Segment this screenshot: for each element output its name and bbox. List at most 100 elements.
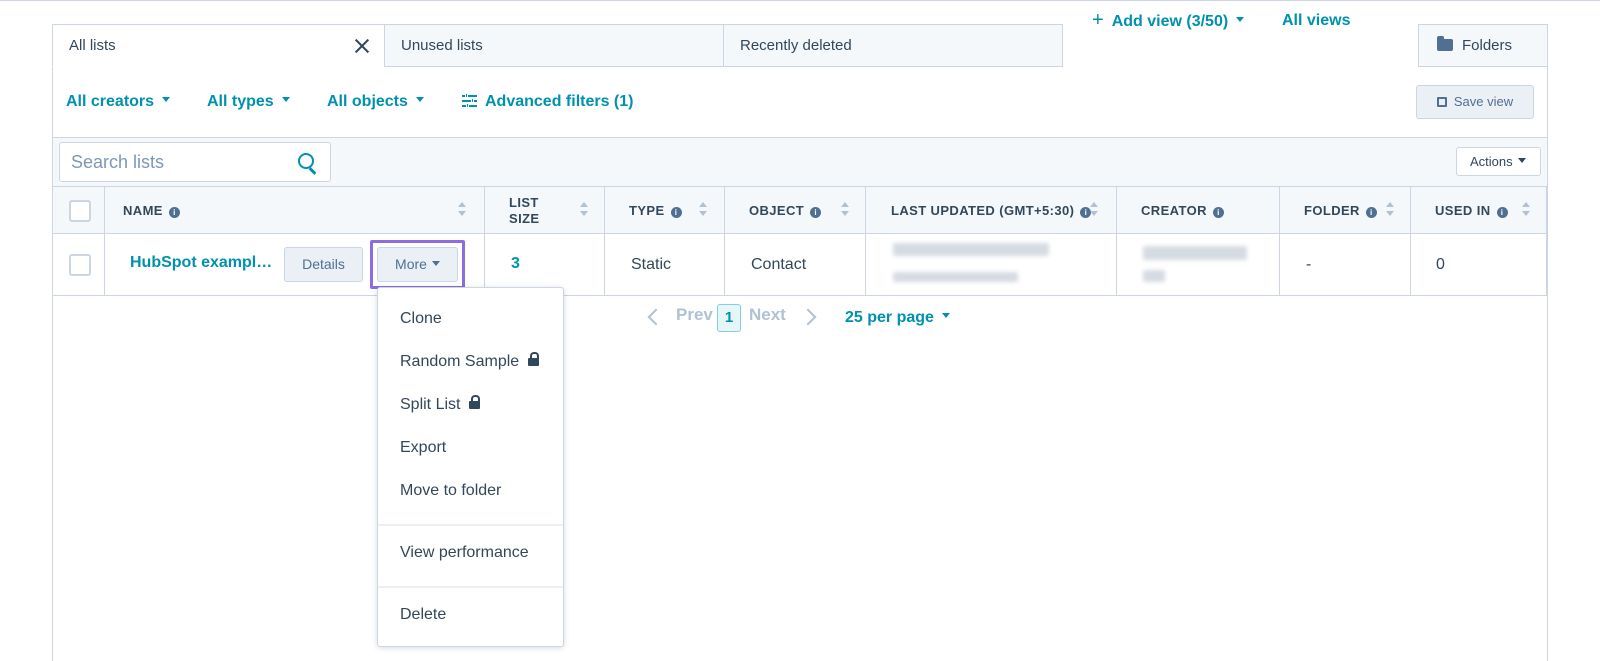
filter-all-objects[interactable]: All objects bbox=[327, 93, 424, 111]
view-tabs: All lists Unused lists Recently deleted bbox=[52, 24, 1548, 67]
column-divider bbox=[1410, 186, 1411, 296]
column-header-type[interactable]: TYPE i bbox=[629, 203, 682, 218]
caret-down-icon bbox=[162, 97, 171, 103]
caret-down-icon bbox=[1517, 158, 1526, 164]
list-size-link[interactable]: 3 bbox=[511, 255, 520, 273]
column-divider bbox=[724, 186, 725, 296]
column-divider bbox=[1279, 186, 1280, 296]
tab-label: Unused lists bbox=[401, 37, 483, 54]
search-icon[interactable] bbox=[298, 153, 314, 169]
redacted-last-updated bbox=[893, 272, 1018, 282]
info-icon: i bbox=[810, 207, 822, 218]
filter-label: All creators bbox=[66, 93, 155, 110]
menu-item-delete[interactable]: Delete bbox=[400, 606, 446, 624]
filter-label: All types bbox=[207, 93, 274, 110]
lists-panel bbox=[52, 24, 1548, 661]
caret-down-icon bbox=[1236, 17, 1245, 23]
sort-icon[interactable] bbox=[458, 202, 466, 218]
caret-down-icon bbox=[281, 97, 290, 103]
per-page-select[interactable]: 25 per page bbox=[845, 309, 950, 327]
info-icon: i bbox=[1365, 207, 1377, 218]
used-in-cell: 0 bbox=[1436, 256, 1445, 273]
close-icon[interactable] bbox=[354, 38, 370, 54]
sort-icon[interactable] bbox=[699, 202, 707, 218]
select-all-checkbox[interactable] bbox=[69, 200, 91, 222]
all-views-link[interactable]: All views bbox=[1282, 12, 1350, 30]
sort-icon[interactable] bbox=[841, 202, 849, 218]
menu-item-clone[interactable]: Clone bbox=[400, 310, 442, 328]
advanced-filters-button[interactable]: Advanced filters (1) bbox=[462, 93, 633, 111]
column-header-name[interactable]: NAME i bbox=[123, 203, 180, 218]
menu-item-export[interactable]: Export bbox=[400, 439, 446, 457]
filter-all-types[interactable]: All types bbox=[207, 93, 290, 111]
actions-label: Actions bbox=[1470, 154, 1513, 169]
per-page-label: 25 per page bbox=[845, 309, 934, 326]
caret-down-icon bbox=[941, 313, 950, 319]
lock-icon bbox=[469, 395, 481, 409]
sort-icon[interactable] bbox=[1386, 202, 1394, 218]
column-header-creator[interactable]: CREATOR i bbox=[1141, 203, 1224, 218]
folders-label: Folders bbox=[1462, 37, 1513, 54]
redacted-last-updated bbox=[893, 243, 1049, 256]
filter-label: All objects bbox=[327, 93, 408, 110]
details-button[interactable]: Details bbox=[284, 247, 363, 282]
caret-down-icon bbox=[431, 260, 440, 266]
add-view-button[interactable]: + Add view (3/50) bbox=[1092, 9, 1245, 31]
save-view-label: Save view bbox=[1453, 94, 1514, 109]
advanced-filters-label: Advanced filters (1) bbox=[485, 93, 634, 110]
more-button[interactable]: More bbox=[377, 247, 458, 282]
menu-item-split-list[interactable]: Split List bbox=[400, 395, 481, 414]
folder-icon bbox=[1437, 36, 1453, 51]
info-icon: i bbox=[670, 207, 682, 218]
column-divider bbox=[1546, 186, 1547, 296]
next-page-button[interactable]: Next bbox=[749, 305, 786, 325]
more-label: More bbox=[395, 256, 427, 272]
column-header-used-in[interactable]: USED IN i bbox=[1435, 203, 1508, 218]
save-view-button[interactable]: Save view bbox=[1416, 85, 1534, 119]
list-name-link[interactable]: HubSpot exampl… bbox=[130, 254, 272, 272]
menu-divider bbox=[378, 586, 563, 588]
folder-cell: - bbox=[1306, 256, 1312, 273]
folders-button[interactable]: Folders bbox=[1418, 24, 1548, 67]
menu-item-random-sample[interactable]: Random Sample bbox=[400, 352, 540, 371]
redacted-creator bbox=[1143, 270, 1165, 282]
object-cell: Contact bbox=[751, 256, 807, 273]
top-divider bbox=[0, 0, 1600, 1]
column-divider bbox=[604, 186, 605, 296]
column-header-last-updated[interactable]: LAST UPDATED (GMT+5:30) i bbox=[891, 203, 1092, 218]
menu-divider bbox=[378, 524, 563, 526]
column-divider bbox=[865, 186, 866, 296]
info-icon: i bbox=[1496, 207, 1508, 218]
search-box[interactable] bbox=[59, 142, 331, 182]
column-divider bbox=[484, 186, 485, 296]
redacted-creator bbox=[1143, 246, 1247, 260]
caret-down-icon bbox=[415, 97, 424, 103]
search-input[interactable] bbox=[71, 152, 291, 173]
sort-icon[interactable] bbox=[580, 202, 588, 218]
actions-button[interactable]: Actions bbox=[1456, 147, 1541, 176]
tab-label: Recently deleted bbox=[740, 37, 852, 54]
info-icon: i bbox=[1212, 207, 1224, 218]
prev-page-button[interactable]: Prev bbox=[676, 305, 713, 325]
menu-item-view-performance[interactable]: View performance bbox=[400, 544, 529, 562]
column-divider bbox=[104, 186, 105, 296]
tab-all-lists[interactable]: All lists bbox=[52, 24, 385, 67]
lock-icon bbox=[528, 352, 540, 366]
tab-recently-deleted[interactable]: Recently deleted bbox=[723, 24, 1063, 67]
sliders-icon bbox=[462, 93, 477, 108]
column-header-list-size[interactable]: LIST SIZE bbox=[509, 195, 540, 227]
sort-icon[interactable] bbox=[1522, 202, 1530, 218]
row-checkbox[interactable] bbox=[69, 254, 91, 276]
column-header-folder[interactable]: FOLDER i bbox=[1304, 203, 1377, 218]
plus-icon: + bbox=[1092, 9, 1104, 31]
column-divider bbox=[1116, 186, 1117, 296]
filter-all-creators[interactable]: All creators bbox=[66, 93, 171, 111]
type-cell: Static bbox=[631, 256, 672, 273]
column-header-object[interactable]: OBJECT i bbox=[749, 203, 822, 218]
sort-icon[interactable] bbox=[1090, 202, 1098, 218]
current-page[interactable]: 1 bbox=[717, 304, 741, 332]
more-dropdown-menu: Clone Random Sample Split List Export Mo… bbox=[377, 287, 564, 647]
tab-unused-lists[interactable]: Unused lists bbox=[384, 24, 724, 67]
save-icon bbox=[1436, 97, 1447, 107]
menu-item-move-to-folder[interactable]: Move to folder bbox=[400, 482, 501, 500]
